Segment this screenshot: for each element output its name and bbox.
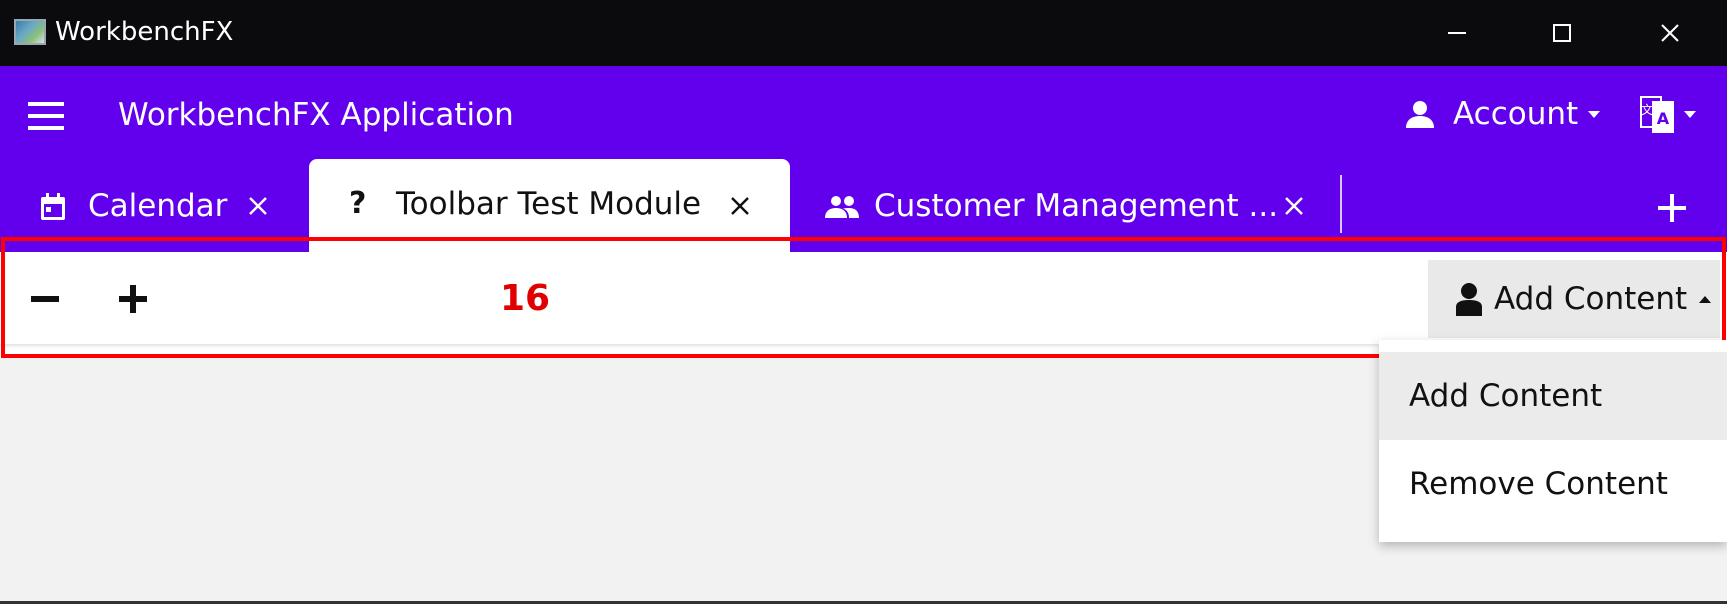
window-title: WorkbenchFX bbox=[55, 17, 234, 47]
close-icon bbox=[1661, 24, 1679, 42]
window-title-bar: WorkbenchFX bbox=[0, 0, 1727, 66]
app-icon bbox=[14, 19, 46, 45]
minimize-button[interactable] bbox=[1407, 0, 1507, 66]
account-label: Account bbox=[1453, 96, 1579, 132]
tab-label: Calendar bbox=[88, 188, 228, 224]
navigation-menu-button[interactable] bbox=[28, 102, 64, 132]
chevron-down-icon bbox=[1684, 110, 1696, 118]
translate-icon: A 文 bbox=[1640, 96, 1674, 133]
add-content-dropdown: Add Content Remove Content bbox=[1379, 340, 1727, 542]
tab-label: Customer Management ... bbox=[874, 188, 1279, 224]
menu-item-remove-content[interactable]: Remove Content bbox=[1379, 440, 1727, 528]
calendar-icon bbox=[41, 193, 65, 220]
svg-text:A: A bbox=[1657, 109, 1670, 128]
tab-divider bbox=[1340, 175, 1342, 233]
svg-text:文: 文 bbox=[1641, 102, 1653, 117]
minimize-icon bbox=[1448, 32, 1466, 34]
menu-item-add-content[interactable]: Add Content bbox=[1379, 352, 1727, 440]
close-window-button[interactable] bbox=[1620, 0, 1720, 66]
close-icon[interactable] bbox=[248, 196, 268, 216]
maximize-icon bbox=[1553, 24, 1571, 42]
account-menu-button[interactable]: Account bbox=[1405, 92, 1601, 136]
app-title: WorkbenchFX Application bbox=[118, 97, 514, 133]
add-tab-icon[interactable] bbox=[1652, 188, 1692, 228]
language-menu-button[interactable]: A 文 bbox=[1640, 92, 1696, 136]
person-icon bbox=[1406, 101, 1434, 128]
close-icon[interactable] bbox=[730, 196, 750, 216]
people-icon bbox=[825, 196, 859, 218]
question-icon: ? bbox=[349, 186, 367, 221]
chevron-down-icon bbox=[1588, 110, 1601, 118]
maximize-button[interactable] bbox=[1512, 0, 1612, 66]
close-icon[interactable] bbox=[1284, 196, 1304, 216]
menu-icon bbox=[28, 102, 64, 106]
tab-label: Toolbar Test Module bbox=[396, 186, 702, 222]
